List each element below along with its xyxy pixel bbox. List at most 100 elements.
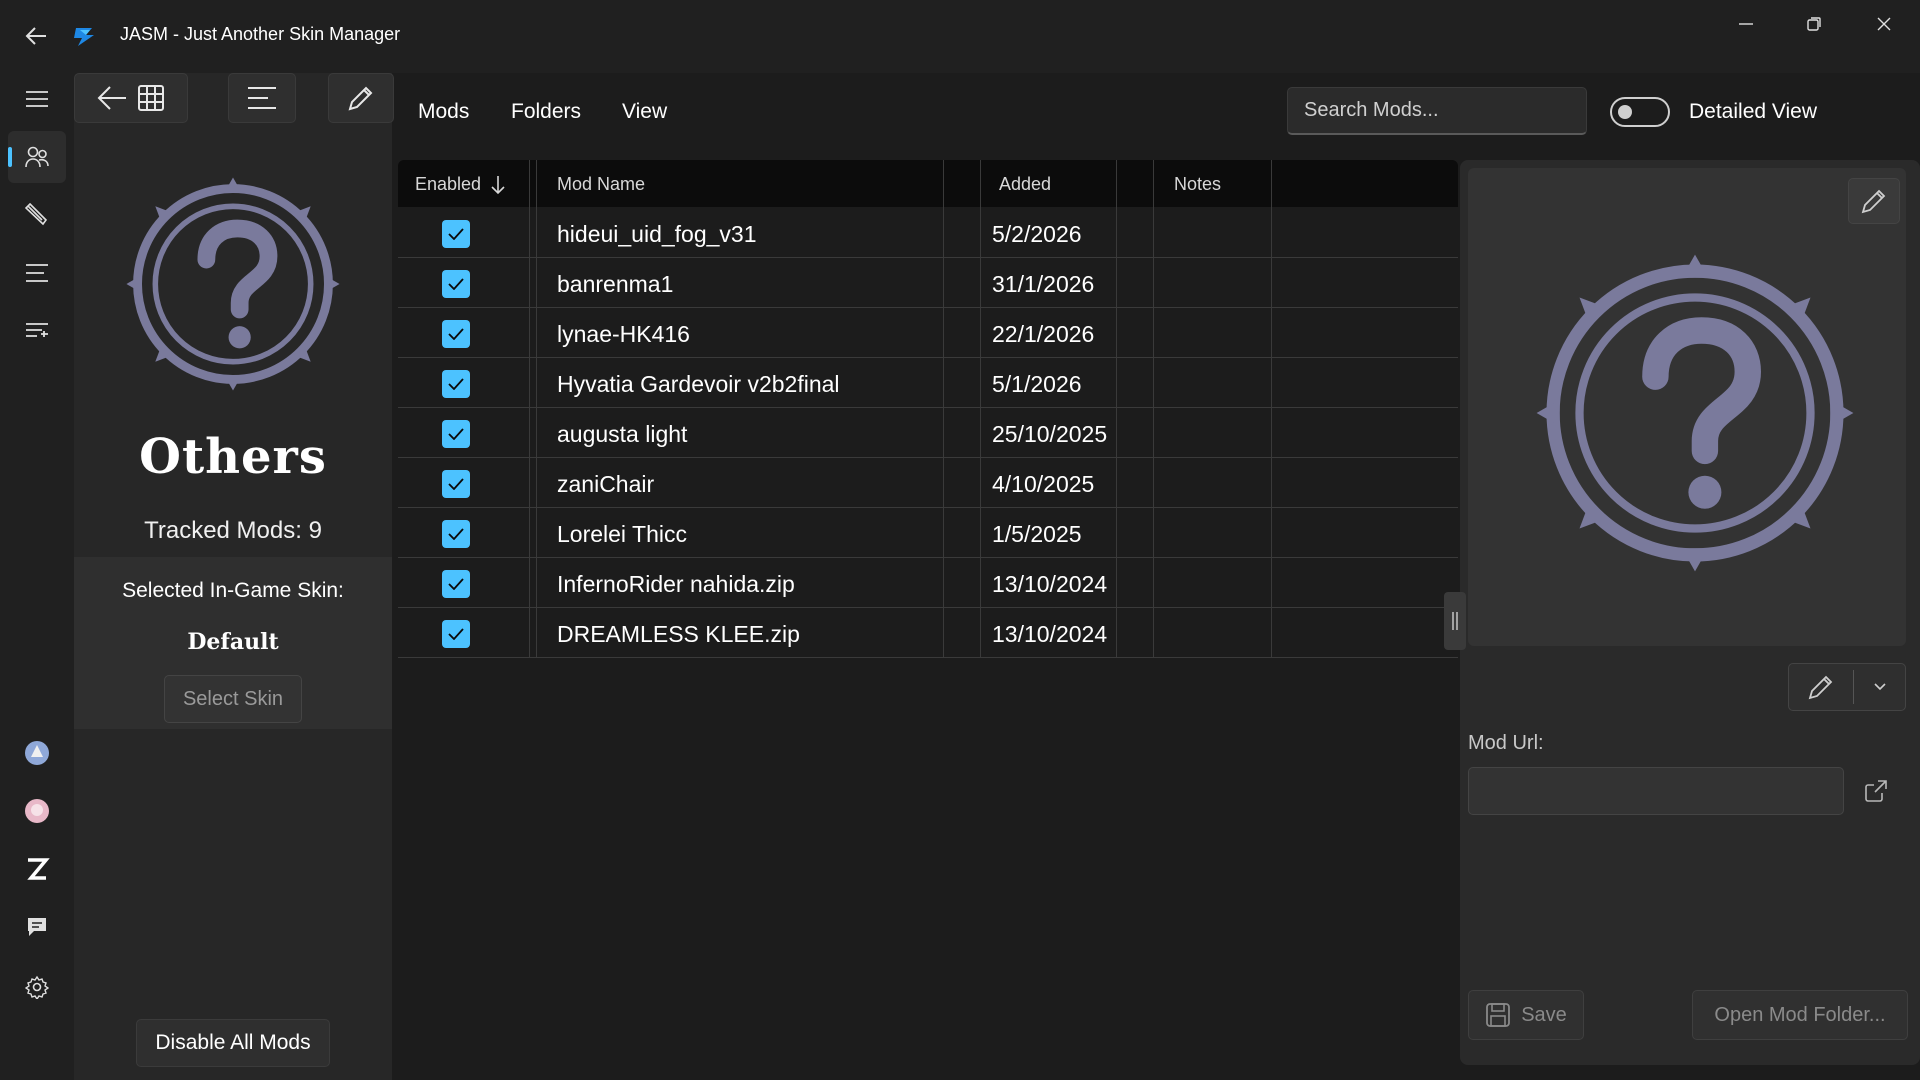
- nav-filter-list[interactable]: [8, 305, 66, 357]
- app-logo-icon: [70, 22, 98, 50]
- table-row[interactable]: banrenma1 31/1/2026: [398, 258, 1458, 308]
- detailed-view-label: Detailed View: [1689, 100, 1818, 123]
- open-url-button[interactable]: [1860, 775, 1892, 807]
- minimize-icon: [1739, 23, 1753, 25]
- enabled-checkbox[interactable]: [442, 470, 470, 498]
- nav-list[interactable]: [8, 247, 66, 299]
- table-row[interactable]: InfernoRider nahida.zip 13/10/2024: [398, 558, 1458, 608]
- table-row[interactable]: Hyvatia Gardevoir v2b2final 5/1/2026: [398, 358, 1458, 408]
- added-date-cell: 13/10/2024: [992, 571, 1108, 597]
- game-genshin-icon: [25, 741, 49, 765]
- save-button[interactable]: Save: [1468, 990, 1584, 1040]
- window-title: JASM - Just Another Skin Manager: [120, 24, 401, 44]
- enabled-checkbox[interactable]: [442, 370, 470, 398]
- close-button[interactable]: [1850, 0, 1918, 48]
- open-mod-folder-button[interactable]: Open Mod Folder...: [1692, 990, 1908, 1040]
- menu-view[interactable]: View: [622, 100, 667, 124]
- characters-icon: [25, 146, 49, 168]
- nav-settings[interactable]: [8, 961, 66, 1013]
- grip-icon: [1452, 612, 1458, 630]
- added-date-cell: 25/10/2025: [992, 421, 1108, 447]
- table-row[interactable]: DREAMLESS KLEE.zip 13/10/2024: [398, 608, 1458, 658]
- added-date-cell: 4/10/2025: [992, 471, 1095, 497]
- table-row[interactable]: lynae-HK416 22/1/2026: [398, 308, 1458, 358]
- checkmark-icon: [448, 278, 464, 290]
- nav-brush[interactable]: [8, 189, 66, 241]
- pencil-icon: [1861, 189, 1886, 214]
- skin-value: Default: [187, 629, 279, 655]
- feedback-icon: [28, 918, 46, 936]
- enabled-checkbox[interactable]: [442, 420, 470, 448]
- category-emblem-icon: [122, 173, 344, 395]
- restore-button[interactable]: [1780, 0, 1848, 48]
- chevron-down-icon[interactable]: [1873, 682, 1887, 692]
- disable-all-mods-button[interactable]: Disable All Mods: [136, 1019, 330, 1067]
- mods-table: Enabled Mod Name Added Notes hideui_uid_…: [398, 160, 1458, 660]
- detailed-view-toggle[interactable]: [1610, 97, 1670, 127]
- added-date-cell: 5/2/2026: [992, 221, 1082, 247]
- sort-descending-icon: [491, 176, 505, 195]
- skin-selection-panel: Selected In-Game Skin: Default Select Sk…: [74, 557, 392, 729]
- select-skin-button[interactable]: Select Skin: [164, 675, 302, 723]
- enabled-checkbox[interactable]: [442, 270, 470, 298]
- column-mod-name[interactable]: Mod Name: [557, 174, 645, 195]
- brush-icon: [25, 203, 48, 226]
- mod-preview-image[interactable]: [1468, 168, 1906, 646]
- menu-folders[interactable]: Folders: [511, 100, 581, 124]
- enabled-checkbox[interactable]: [442, 570, 470, 598]
- added-date-cell: 31/1/2026: [992, 271, 1095, 297]
- mod-url-input[interactable]: [1468, 767, 1844, 815]
- sort-list-button[interactable]: [228, 73, 296, 123]
- column-added[interactable]: Added: [999, 174, 1051, 195]
- edit-preview-button[interactable]: [1848, 178, 1900, 224]
- added-date-cell: 5/1/2026: [992, 371, 1082, 397]
- minimize-button[interactable]: [1712, 0, 1780, 48]
- pane-splitter-handle[interactable]: [1444, 592, 1466, 650]
- mod-name-cell: Hyvatia Gardevoir v2b2final: [557, 371, 840, 397]
- save-icon: [1486, 1003, 1511, 1027]
- enabled-checkbox[interactable]: [442, 520, 470, 548]
- checkmark-icon: [448, 378, 464, 390]
- edit-split-button[interactable]: [1788, 663, 1906, 711]
- game-zzz-icon: [27, 858, 50, 880]
- category-pane: Others Tracked Mods: 9 Selected In-Game …: [74, 73, 394, 1080]
- column-notes[interactable]: Notes: [1174, 174, 1221, 195]
- checkmark-icon: [448, 328, 464, 340]
- mod-detail-pane: Mod Url: Save Open Mod Folder...: [1460, 160, 1920, 1065]
- list-icon: [26, 264, 48, 282]
- nav-game-genshin[interactable]: [8, 727, 66, 779]
- column-enabled[interactable]: Enabled: [415, 174, 481, 195]
- table-row[interactable]: hideui_uid_fog_v31 5/2/2026: [398, 208, 1458, 258]
- close-icon: [1877, 17, 1891, 31]
- pencil-icon: [348, 86, 373, 111]
- arrow-left-icon: [97, 86, 126, 110]
- skin-label: Selected In-Game Skin:: [122, 579, 344, 602]
- back-button[interactable]: [16, 18, 56, 54]
- back-grid-button[interactable]: [74, 73, 188, 123]
- toggle-knob: [1618, 105, 1632, 119]
- table-row[interactable]: augusta light 25/10/2025: [398, 408, 1458, 458]
- edit-category-button[interactable]: [328, 73, 394, 123]
- enabled-checkbox[interactable]: [442, 620, 470, 648]
- table-row[interactable]: Lorelei Thicc 1/5/2025: [398, 508, 1458, 558]
- category-title: Others: [139, 429, 327, 485]
- grid-icon: [138, 85, 164, 111]
- table-header: Enabled Mod Name Added Notes: [398, 160, 1458, 207]
- checkmark-icon: [448, 578, 464, 590]
- nav-game-zzz[interactable]: [8, 843, 66, 895]
- nav-game-starrail[interactable]: [8, 785, 66, 837]
- nav-feedback[interactable]: [8, 901, 66, 953]
- enabled-checkbox[interactable]: [442, 220, 470, 248]
- nav-characters[interactable]: [8, 131, 66, 183]
- added-date-cell: 22/1/2026: [992, 321, 1095, 347]
- arrow-left-icon: [25, 27, 46, 45]
- checkmark-icon: [448, 228, 464, 240]
- mod-name-cell: lynae-HK416: [557, 321, 690, 347]
- table-row[interactable]: zaniChair 4/10/2025: [398, 458, 1458, 508]
- search-input[interactable]: Search Mods...: [1287, 87, 1587, 135]
- mod-name-cell: hideui_uid_fog_v31: [557, 221, 757, 247]
- nav-menu-button[interactable]: [8, 73, 66, 125]
- menu-mods[interactable]: Mods: [418, 100, 469, 124]
- enabled-checkbox[interactable]: [442, 320, 470, 348]
- mod-name-cell: zaniChair: [557, 471, 655, 497]
